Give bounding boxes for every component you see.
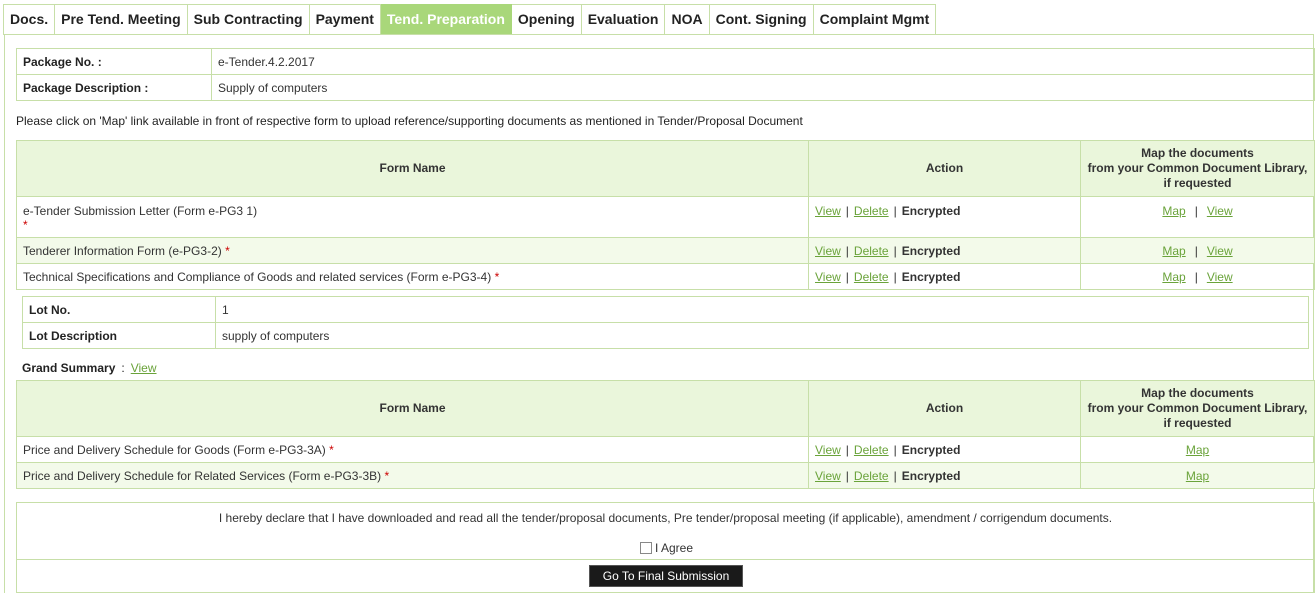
map-cell: Map | View [1080,196,1315,238]
grand-summary-view-link[interactable]: View [131,361,157,375]
package-no-value: e-Tender.4.2.2017 [211,48,1315,75]
tab-complaint-mgmt[interactable]: Complaint Mgmt [813,4,937,35]
delete-link[interactable]: Delete [854,469,889,483]
action-cell: View | Delete | Encrypted [808,263,1081,290]
tab-payment[interactable]: Payment [309,4,381,35]
form-name-cell: Technical Specifications and Compliance … [16,263,809,290]
required-marker: * [329,442,334,457]
action-header: Action [808,140,1081,197]
map-cell: Map [1080,436,1315,463]
form-name-header: Form Name [16,140,809,197]
package-no-label: Package No. : [16,48,212,75]
tab-cont-signing[interactable]: Cont. Signing [709,4,814,35]
action-cell: View | Delete | Encrypted [808,196,1081,238]
required-marker: * [494,269,500,284]
encrypted-status: Encrypted [901,204,961,218]
view-mapped-link[interactable]: View [1207,244,1233,258]
delete-link[interactable]: Delete [854,244,889,258]
tab-docs[interactable]: Docs. [3,4,56,35]
delete-link[interactable]: Delete [854,204,889,218]
price-forms-table: Form Name Action Map the documents from … [16,380,1315,489]
table-row: e-Tender Submission Letter (Form e-PG3 1… [16,196,1315,238]
map-documents-header: Map the documents from your Common Docum… [1080,140,1315,197]
table-row: Price and Delivery Schedule for Related … [16,462,1315,489]
view-link[interactable]: View [815,270,841,284]
table-row: Price and Delivery Schedule for Goods (F… [16,436,1315,463]
tab-pre-tend-meeting[interactable]: Pre Tend. Meeting [55,4,188,35]
encrypted-status: Encrypted [901,243,961,258]
form-name: Price and Delivery Schedule for Goods (F… [23,442,326,457]
view-link[interactable]: View [815,204,841,218]
tab-sub-contracting[interactable]: Sub Contracting [187,4,310,35]
tab-bar: Docs. Pre Tend. Meeting Sub Contracting … [3,4,937,35]
action-cell: View | Delete | Encrypted [808,462,1081,489]
encrypted-status: Encrypted [901,468,961,483]
encrypted-status: Encrypted [901,442,961,457]
form-name-cell: e-Tender Submission Letter (Form e-PG3 1… [16,196,809,238]
map-link[interactable]: Map [1162,270,1185,284]
go-to-final-submission-button[interactable]: Go To Final Submission [589,565,743,587]
action-cell: View | Delete | Encrypted [808,237,1081,264]
package-description-value: Supply of computers [211,74,1315,101]
tab-tend-preparation[interactable]: Tend. Preparation [380,4,512,35]
form-name: e-Tender Submission Letter (Form e-PG3 1… [23,204,258,218]
table-row: Technical Specifications and Compliance … [16,263,1315,290]
form-name: Tenderer Information Form (e-PG3-2) [23,243,222,258]
map-link[interactable]: Map [1186,443,1209,457]
forms-table: Form Name Action Map the documents from … [16,140,1315,290]
tab-opening[interactable]: Opening [511,4,582,35]
form-name-cell: Price and Delivery Schedule for Goods (F… [16,436,809,463]
map-link[interactable]: Map [1162,204,1185,218]
action-cell: View | Delete | Encrypted [808,436,1081,463]
delete-link[interactable]: Delete [854,443,889,457]
required-marker: * [23,218,28,232]
tab-evaluation[interactable]: Evaluation [581,4,666,35]
action-header: Action [808,380,1081,437]
package-info-table: Package No. : e-Tender.4.2.2017 Package … [16,48,1315,101]
map-cell: Map | View [1080,263,1315,290]
lot-no-label: Lot No. [22,296,216,323]
required-marker: * [384,468,390,483]
map-documents-header: Map the documents from your Common Docum… [1080,380,1315,437]
map-link[interactable]: Map [1162,244,1185,258]
agree-label: I Agree [655,541,694,555]
view-mapped-link[interactable]: View [1207,270,1233,284]
map-cell: Map [1080,462,1315,489]
view-mapped-link[interactable]: View [1207,204,1233,218]
form-name-cell: Price and Delivery Schedule for Related … [16,462,809,489]
form-name-header: Form Name [16,380,809,437]
grand-summary-label: Grand Summary [22,361,116,375]
package-description-label: Package Description : [16,74,212,101]
map-link[interactable]: Map [1186,469,1209,483]
declaration-text: I hereby declare that I have downloaded … [218,511,1113,525]
declaration-box: I hereby declare that I have downloaded … [16,502,1315,593]
view-link[interactable]: View [815,469,841,483]
grand-summary: Grand Summary: View [22,361,157,375]
map-instruction-text: Please click on 'Map' link available in … [16,114,803,128]
lot-no-value: 1 [215,296,1309,323]
encrypted-status: Encrypted [901,269,961,284]
table-row: Tenderer Information Form (e-PG3-2) * Vi… [16,237,1315,264]
form-name: Technical Specifications and Compliance … [23,269,492,284]
tab-noa[interactable]: NOA [665,4,710,35]
lot-description-value: supply of computers [215,322,1309,349]
lot-description-label: Lot Description [22,322,216,349]
required-marker: * [225,243,230,258]
view-link[interactable]: View [815,443,841,457]
lot-info-table: Lot No. 1 Lot Description supply of comp… [22,296,1309,349]
form-name-cell: Tenderer Information Form (e-PG3-2) * [16,237,809,264]
delete-link[interactable]: Delete [854,270,889,284]
divider [17,559,1314,560]
map-cell: Map | View [1080,237,1315,264]
agree-checkbox[interactable] [640,542,652,554]
view-link[interactable]: View [815,244,841,258]
agree-checkbox-group[interactable]: I Agree [640,541,693,555]
form-name: Price and Delivery Schedule for Related … [23,468,382,483]
